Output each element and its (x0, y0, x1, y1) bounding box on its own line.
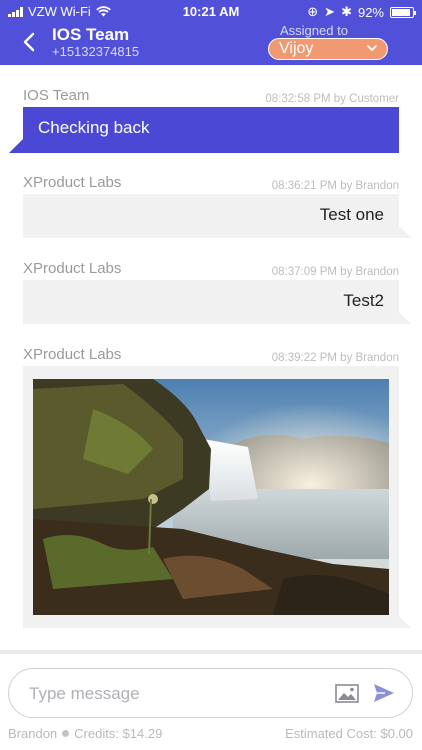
location-icon: ➤ (324, 4, 336, 19)
header-bar: VZW Wi-Fi 10:21 AM ⊕ ➤ ✱ 92% IOS Team +1… (0, 0, 422, 65)
message-meta: 08:36:21 PM by Brandon (271, 180, 399, 192)
composer-divider (0, 650, 422, 654)
status-bar: VZW Wi-Fi 10:21 AM ⊕ ➤ ✱ 92% (0, 0, 422, 22)
message-list[interactable]: IOS Team 08:32:58 PM by Customer Checkin… (0, 65, 422, 650)
message-text: Test one (319, 205, 384, 224)
message-sender: XProduct Labs (23, 346, 122, 363)
estimated-cost: Estimated Cost: $0.00 (285, 726, 413, 741)
message-bubble-incoming[interactable]: Test one (23, 194, 411, 238)
message-meta: 08:37:09 PM by Brandon (271, 266, 399, 278)
bluetooth-icon: ✱ (341, 4, 352, 19)
message-meta: 08:39:22 PM by Brandon (271, 352, 399, 364)
rotation-lock-icon: ⊕ (307, 4, 319, 19)
message-sender: XProduct Labs (23, 174, 122, 191)
message-meta: 08:32:58 PM by Customer (265, 93, 399, 105)
message-composer[interactable] (8, 668, 413, 718)
assignee-dropdown[interactable]: Vijoy (268, 38, 388, 60)
battery-icon (390, 6, 416, 18)
back-chevron-icon[interactable] (22, 32, 36, 52)
message-text: Test2 (343, 291, 384, 310)
waterfall-photo[interactable] (33, 379, 389, 615)
message-bubble-outgoing[interactable]: Checking back (9, 107, 399, 153)
conversation-title: IOS Team (52, 25, 130, 44)
assignee-value: Vijoy (279, 40, 314, 57)
message-bubble-incoming[interactable]: Test2 (23, 280, 411, 324)
credits-balance: Credits: $14.29 (74, 726, 163, 741)
battery-percent: 92% (357, 4, 384, 20)
message-sender: IOS Team (23, 87, 90, 104)
conversation-phone: +15132374815 (52, 44, 140, 59)
separator-dot (62, 730, 70, 737)
composer-footer: Brandon Credits: $14.29 Estimated Cost: $… (0, 724, 422, 744)
assigned-to-label: Assigned to (280, 23, 348, 38)
message-text: Checking back (38, 118, 150, 137)
message-sender: XProduct Labs (23, 260, 122, 277)
message-bubble-image[interactable] (23, 366, 411, 628)
current-user: Brandon (8, 726, 58, 741)
send-icon[interactable] (373, 683, 395, 703)
chevron-down-icon (367, 45, 377, 52)
image-attach-icon[interactable] (335, 684, 359, 703)
message-input[interactable] (29, 681, 319, 707)
